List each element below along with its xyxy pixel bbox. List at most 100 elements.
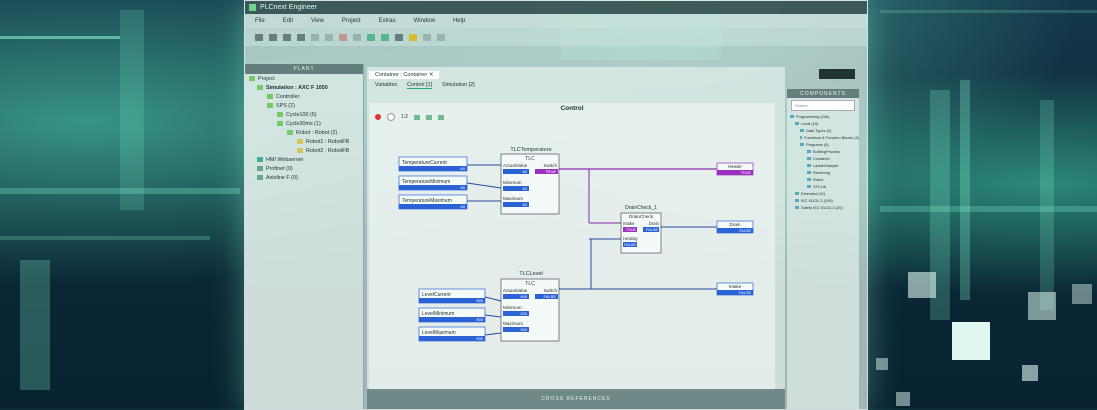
cycle-icon: [277, 121, 283, 126]
editor-subtabs: Variables Control [1] Simulation [2]: [367, 79, 785, 91]
tree-item[interactable]: Robot2 : RobotFB: [245, 146, 363, 155]
drain-pin-intake: Intake: [623, 221, 635, 226]
menu-help[interactable]: Help: [453, 18, 465, 24]
tree-item[interactable]: Profinet (0): [245, 164, 363, 173]
close-icon[interactable]: ✕: [429, 72, 434, 78]
program-icon: [807, 150, 811, 153]
components-panel: COMPONENTS Search Programming (24b) Loca…: [787, 89, 859, 409]
output-drain: Drain FALSE: [716, 220, 754, 234]
component-item[interactable]: IEC 61131-3 (109): [787, 197, 859, 204]
instance-icon: [297, 139, 303, 144]
control-canvas[interactable]: Control 1:2 TLCTemperature TLC ActualVal…: [369, 103, 775, 391]
undo-icon[interactable]: [353, 33, 361, 41]
var-temperature-current: TemperatureCurrent 60: [398, 156, 468, 172]
cycle-icon: [277, 112, 283, 117]
menu-edit[interactable]: Edit: [283, 18, 293, 24]
component-item[interactable]: Local (10): [787, 120, 859, 127]
tab-variables[interactable]: Variables: [375, 82, 397, 88]
copy-icon[interactable]: [325, 33, 333, 41]
tlc-level-pin-actual: ActualValue: [503, 288, 528, 293]
tree-item[interactable]: Cycle30ms (1): [245, 119, 363, 128]
tab-control[interactable]: Control [1]: [407, 82, 432, 89]
menu-view[interactable]: View: [311, 18, 324, 24]
var-temperature-minimum: TemperatureMinimum 60: [398, 175, 468, 191]
cross-references-panel[interactable]: CROSS REFERENCES: [367, 389, 785, 409]
folder-icon: [800, 129, 804, 132]
tlc-level-pin-switch: Switch: [543, 288, 557, 293]
component-item[interactable]: Data Types (2): [787, 127, 859, 134]
project-icon: [249, 76, 255, 81]
bg-glow-bar: [960, 80, 970, 300]
program-icon: [807, 185, 811, 188]
controller-icon: [257, 85, 263, 90]
output-intake: Intake FALSE: [716, 282, 754, 296]
tlc-temp-type: TLC: [525, 156, 535, 162]
tree-item[interactable]: Robot1 : RobotFB: [245, 137, 363, 146]
component-item[interactable]: Container: [787, 155, 859, 162]
tree-item[interactable]: HMI Webserver: [245, 155, 363, 164]
program-icon: [807, 171, 811, 174]
svg-text:FALSE: FALSE: [739, 229, 751, 233]
components-search[interactable]: Search: [791, 100, 855, 111]
component-item[interactable]: Programming (24b): [787, 113, 859, 120]
component-item[interactable]: LadderSample: [787, 162, 859, 169]
tlc-temp-min-value: 60: [523, 186, 528, 191]
cross-references-header: CROSS REFERENCES: [541, 396, 611, 402]
debug-icon[interactable]: [409, 33, 417, 41]
tlc-level-max-value: 900: [520, 327, 527, 332]
tree-item[interactable]: Controller: [245, 92, 363, 101]
folder-icon: [795, 206, 799, 209]
new-project-icon[interactable]: [255, 33, 263, 41]
cut-icon[interactable]: [311, 33, 319, 41]
tlc-temp-switch-value: TRUE: [545, 169, 556, 174]
bg-glow-bar: [120, 10, 144, 210]
tree-item[interactable]: SPS (2): [245, 101, 363, 110]
deco-square: [896, 392, 910, 406]
tlc-level-pin-min: Minimum: [503, 305, 522, 310]
var-level-minimum: LevelMinimum 900: [418, 307, 486, 323]
axioline-icon: [257, 175, 263, 180]
svg-text:LevelMaximum: LevelMaximum: [422, 330, 456, 336]
stop-icon[interactable]: [437, 33, 445, 41]
open-project-icon[interactable]: [269, 33, 277, 41]
hmi-icon: [257, 157, 263, 162]
connect-icon[interactable]: [395, 33, 403, 41]
drain-intake-value: TRUE: [626, 228, 637, 232]
tlc-level-min-value: 200: [520, 311, 527, 316]
delete-icon[interactable]: [339, 33, 347, 41]
app-window: PLCnext Engineer File Edit View Project …: [244, 0, 868, 410]
tree-item[interactable]: Simulation : AXC F 1050: [245, 83, 363, 92]
components-tree: Programming (24b) Local (10) Data Types …: [787, 113, 859, 211]
component-item[interactable]: Functions & Function Blocks (3): [787, 134, 859, 141]
tree-item[interactable]: Cycle100 (5): [245, 110, 363, 119]
menu-extras[interactable]: Extras: [379, 18, 396, 24]
compile-icon[interactable]: [381, 33, 389, 41]
bg-glow-bar: [1040, 100, 1054, 310]
component-item[interactable]: Safety IEC 61131-3 (20): [787, 204, 859, 211]
svg-text:LevelMinimum: LevelMinimum: [422, 311, 454, 317]
component-item[interactable]: Programs (6): [787, 141, 859, 148]
component-item[interactable]: Robot: [787, 176, 859, 183]
drain-pin-heating: Heating: [623, 236, 638, 241]
tlc-temp-pin-switch: Switch: [543, 163, 557, 168]
start-icon[interactable]: [423, 33, 431, 41]
tab-simulation[interactable]: Simulation [2]: [442, 82, 475, 88]
network-icon[interactable]: [367, 33, 375, 41]
tree-item[interactable]: Axioline F (0): [245, 173, 363, 182]
tab-container[interactable]: Container : Container ✕: [369, 71, 440, 79]
menu-file[interactable]: File: [255, 18, 265, 24]
drain-pin-drain: Drain: [649, 221, 660, 226]
component-item[interactable]: BottlingProcess: [787, 148, 859, 155]
svg-text:60: 60: [461, 166, 466, 171]
title-bar: PLCnext Engineer: [245, 1, 867, 14]
menu-window[interactable]: Window: [414, 18, 435, 24]
component-item[interactable]: Receiving: [787, 169, 859, 176]
save-all-icon[interactable]: [297, 33, 305, 41]
menu-project[interactable]: Project: [342, 18, 361, 24]
component-item[interactable]: SFCLib: [787, 183, 859, 190]
tree-item[interactable]: Robot : Robot (2): [245, 128, 363, 137]
save-icon[interactable]: [283, 33, 291, 41]
tree-item[interactable]: Project: [245, 74, 363, 83]
folder-icon: [795, 122, 799, 125]
component-item[interactable]: Extended (11): [787, 190, 859, 197]
